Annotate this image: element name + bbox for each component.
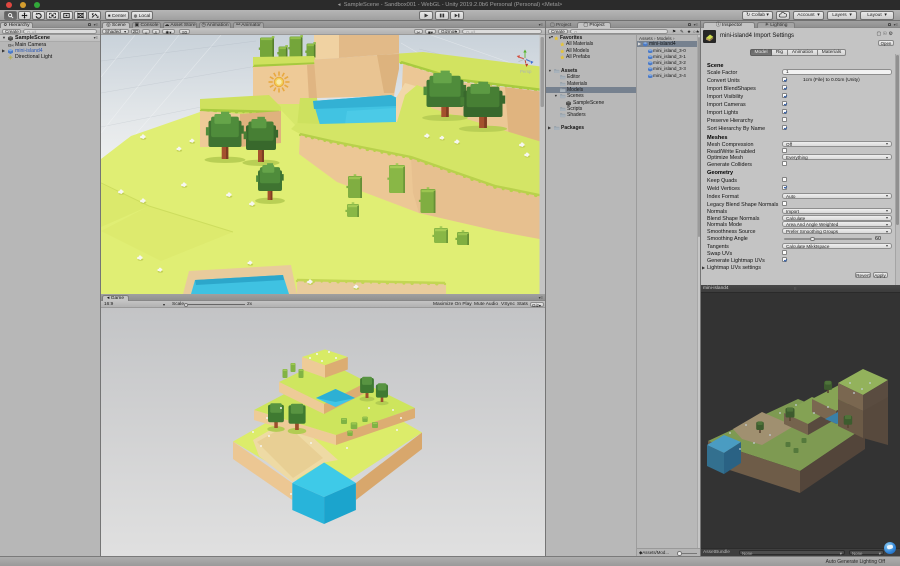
svg-text:Persp: Persp: [520, 69, 532, 74]
